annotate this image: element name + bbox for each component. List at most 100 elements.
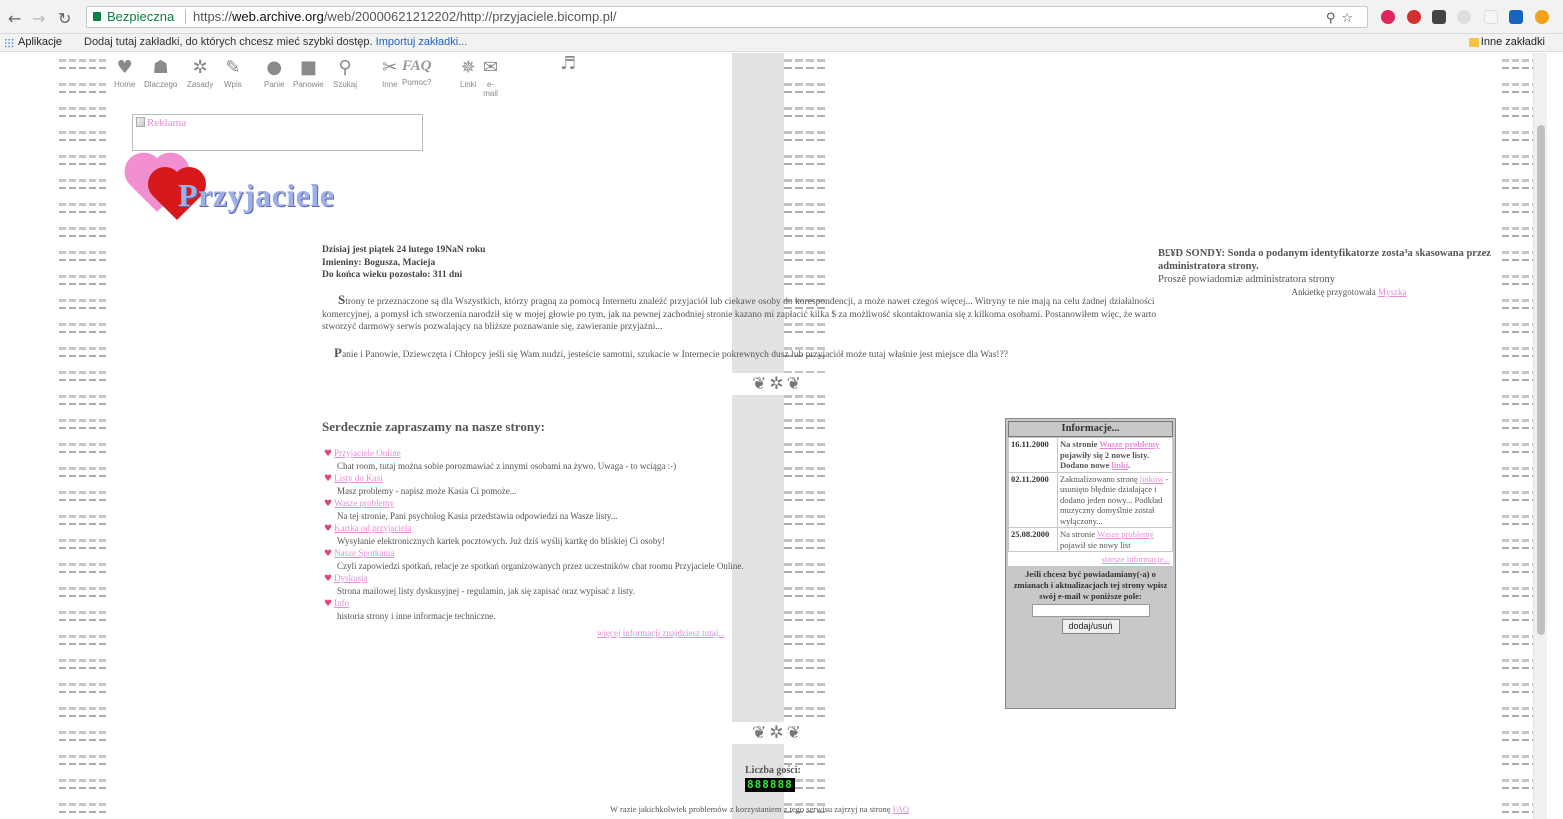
newsletter-email-input[interactable] — [1031, 604, 1150, 617]
bookmarks-hint: Dodaj tutaj zakładki, do których chcesz … — [84, 36, 468, 48]
magnifier-icon: ⚲ — [338, 57, 352, 78]
newsletter-text: Jeśli chcesz być powiadamiany(-a) o zmia… — [1013, 569, 1168, 601]
link-info[interactable]: Info — [334, 598, 349, 608]
heart-bullet-icon: ♥ — [324, 474, 333, 484]
footer-faq-link[interactable]: FAQ — [893, 804, 909, 814]
apps-link[interactable]: Aplikacje — [18, 34, 62, 51]
news-link[interactable]: Wasze problemy — [1097, 529, 1154, 539]
link-listy-do-kasi[interactable]: Listy do Kasi — [334, 473, 383, 483]
news-date: 16.11.2000 — [1009, 438, 1057, 472]
secure-label: Bezpieczna — [107, 9, 175, 24]
today-info: Dzisiaj jest piątek 24 lutego 19NaN roku… — [322, 244, 485, 282]
nav-panowie[interactable]: ■ Panowie — [293, 58, 324, 90]
forward-icon[interactable]: → — [32, 9, 45, 28]
nav-email[interactable]: ✉ e-mail — [483, 57, 499, 99]
nav-panie[interactable]: ● Panie — [264, 58, 284, 90]
extension-2-icon[interactable] — [1484, 10, 1498, 24]
news-link[interactable]: linków — [1140, 474, 1164, 484]
news-text: Na stronie Wasze problemy pojawił sie no… — [1058, 528, 1172, 551]
envelope-icon: ✉ — [483, 57, 499, 78]
link-description: Na tej stronie, Pani psycholog Kasia prz… — [337, 511, 618, 521]
notification-icon[interactable] — [1535, 10, 1549, 24]
left-ornament — [59, 53, 107, 819]
link-wasze-problemy[interactable]: Wasze problemy — [334, 498, 394, 508]
poll-box: B£¥D SONDY: Sonda o podanym identyfikato… — [1158, 247, 1518, 299]
nav-szukaj[interactable]: ⚲ Szukaj — [333, 57, 357, 90]
star-icon: ☆ — [1341, 11, 1359, 26]
import-bookmarks-link[interactable]: Importuj zakładki... — [376, 36, 468, 48]
heart-icon: ♥ — [116, 57, 133, 78]
heart-bullet-icon: ♥ — [324, 549, 333, 559]
link-icon: ✵ — [460, 57, 476, 78]
poll-author-link[interactable]: Myszka — [1378, 287, 1407, 297]
news-link[interactable]: linki — [1111, 460, 1128, 470]
table-row: 02.11.2000 Zaktualizowano stronę linków … — [1009, 472, 1172, 527]
nav-linki[interactable]: ✵ Linki — [460, 57, 476, 90]
poll-author: Ankietkę przygotowała Myszka — [1291, 287, 1407, 297]
faq-icon: FAQ — [402, 58, 432, 74]
pinterest-icon[interactable] — [1407, 10, 1421, 24]
address-bar[interactable]: Bezpieczna https://web.archive.org/web/2… — [86, 6, 1368, 28]
more-info-link[interactable]: więcej informacji znajdziesz tutaj... — [597, 628, 725, 638]
list-item: ♥ Wasze problemy — [324, 497, 784, 510]
ornament-divider: ❦✲❦ — [728, 722, 828, 744]
bookmarks-bar: Aplikacje Dodaj tutaj zakładki, do który… — [0, 34, 1563, 52]
browser-toolbar: ← → ↻ Bezpieczna https://web.archive.org… — [0, 0, 1563, 34]
invite-title: Serdecznie zapraszamy na nasze strony: — [322, 419, 545, 434]
intro-paragraph: Strony te przeznaczone są dla Wszystkich… — [322, 292, 1157, 332]
news-table: 16.11.2000 Na stronie Wasze problemy poj… — [1008, 437, 1173, 552]
link-description: Masz problemy - napisz może Kasia Ci pom… — [337, 486, 517, 496]
link-dyskusja[interactable]: Dyskusja — [334, 573, 368, 583]
extension-icon[interactable] — [1432, 10, 1446, 24]
scrollbar-thumb[interactable] — [1537, 125, 1545, 635]
heart-bullet-icon: ♥ — [324, 599, 333, 609]
zoom-icon: ⚲ — [1325, 11, 1342, 26]
news-date: 02.11.2000 — [1009, 472, 1057, 527]
bookmark-ext-icon[interactable] — [1509, 10, 1523, 24]
older-news-link[interactable]: starsze informacje... — [1102, 554, 1170, 564]
omnibox-separator — [185, 10, 186, 24]
page-viewport: ♥ Home ☗ Dlaczego ✲ Zasady ✎ Wpis ● Panie ■ Pa… — [12, 53, 1545, 819]
site-links-list: ♥ Przyjaciele Online Chat room, tutaj moż… — [324, 447, 784, 622]
nav-wpis[interactable]: ✎ Wpis — [224, 58, 242, 90]
visitor-counter-label: Liczba gości: — [745, 765, 801, 776]
invitation-paragraph: Panie i Panowie, Dziewczęta i Chłopcy je… — [334, 345, 1009, 360]
nav-dlaczego[interactable]: ☗ Dlaczego — [144, 57, 177, 90]
people-icon: ☗ — [152, 57, 169, 78]
news-link[interactable]: Wasze problemy — [1099, 439, 1159, 449]
reload-icon[interactable]: ↻ — [58, 9, 71, 28]
tools-icon: ✂ — [382, 57, 398, 78]
nav-zasady[interactable]: ✲ Zasady — [187, 58, 213, 90]
footer-text: W razie jakichkolwiek problemów z korzys… — [610, 804, 909, 814]
link-przyjaciele-online[interactable]: Przyjaciele Online — [334, 448, 401, 458]
page-scrollbar[interactable] — [1533, 53, 1547, 819]
nav-inne[interactable]: ✂ Inne — [382, 57, 398, 90]
back-icon[interactable]: ← — [8, 9, 21, 28]
today-nameday: Imieniny: Bogusza, Macieja — [322, 257, 436, 268]
nav-home[interactable]: ♥ Home — [114, 57, 135, 90]
lock-icon — [93, 12, 101, 21]
newsletter-submit-button[interactable]: dodaj/usuń — [1061, 619, 1120, 634]
pocket-icon[interactable] — [1381, 10, 1395, 24]
speaker-icon[interactable]: ♬ — [560, 54, 576, 76]
ad-banner[interactable]: Reklama — [132, 114, 423, 151]
heart-bullet-icon: ♥ — [324, 574, 333, 584]
center-ornament — [784, 53, 826, 819]
heart-bullet-icon: ♥ — [324, 499, 333, 509]
omnibox-icons[interactable]: ⚲☆ — [1326, 9, 1359, 29]
site-logo: Przyjaciele — [130, 158, 344, 225]
link-kartka[interactable]: Kartka od przyjaciela — [334, 523, 411, 533]
link-description: Czyli zapowiedzi spotkań, relacje ze spo… — [337, 561, 744, 571]
url-text[interactable]: https://web.archive.org/web/200006212122… — [193, 7, 617, 27]
apps-icon[interactable] — [4, 38, 14, 48]
link-spotkania[interactable]: Nasze Spotkania — [334, 548, 394, 558]
list-item: ♥ Przyjaciele Online — [324, 447, 784, 460]
other-bookmarks[interactable]: Inne zakładki — [1481, 34, 1545, 51]
snowflake-icon[interactable] — [1457, 10, 1471, 24]
nav-pomoc[interactable]: FAQ Pomoc? — [402, 56, 431, 87]
news-title: Informacje... — [1008, 421, 1173, 437]
poll-error: B£¥D SONDY: Sonda o podanym identyfikato… — [1158, 248, 1491, 272]
broken-image-icon — [136, 117, 145, 127]
logo-text: Przyjaciele — [178, 177, 335, 213]
link-description: Strona mailowej listy dyskusyjnej - regu… — [337, 586, 635, 596]
